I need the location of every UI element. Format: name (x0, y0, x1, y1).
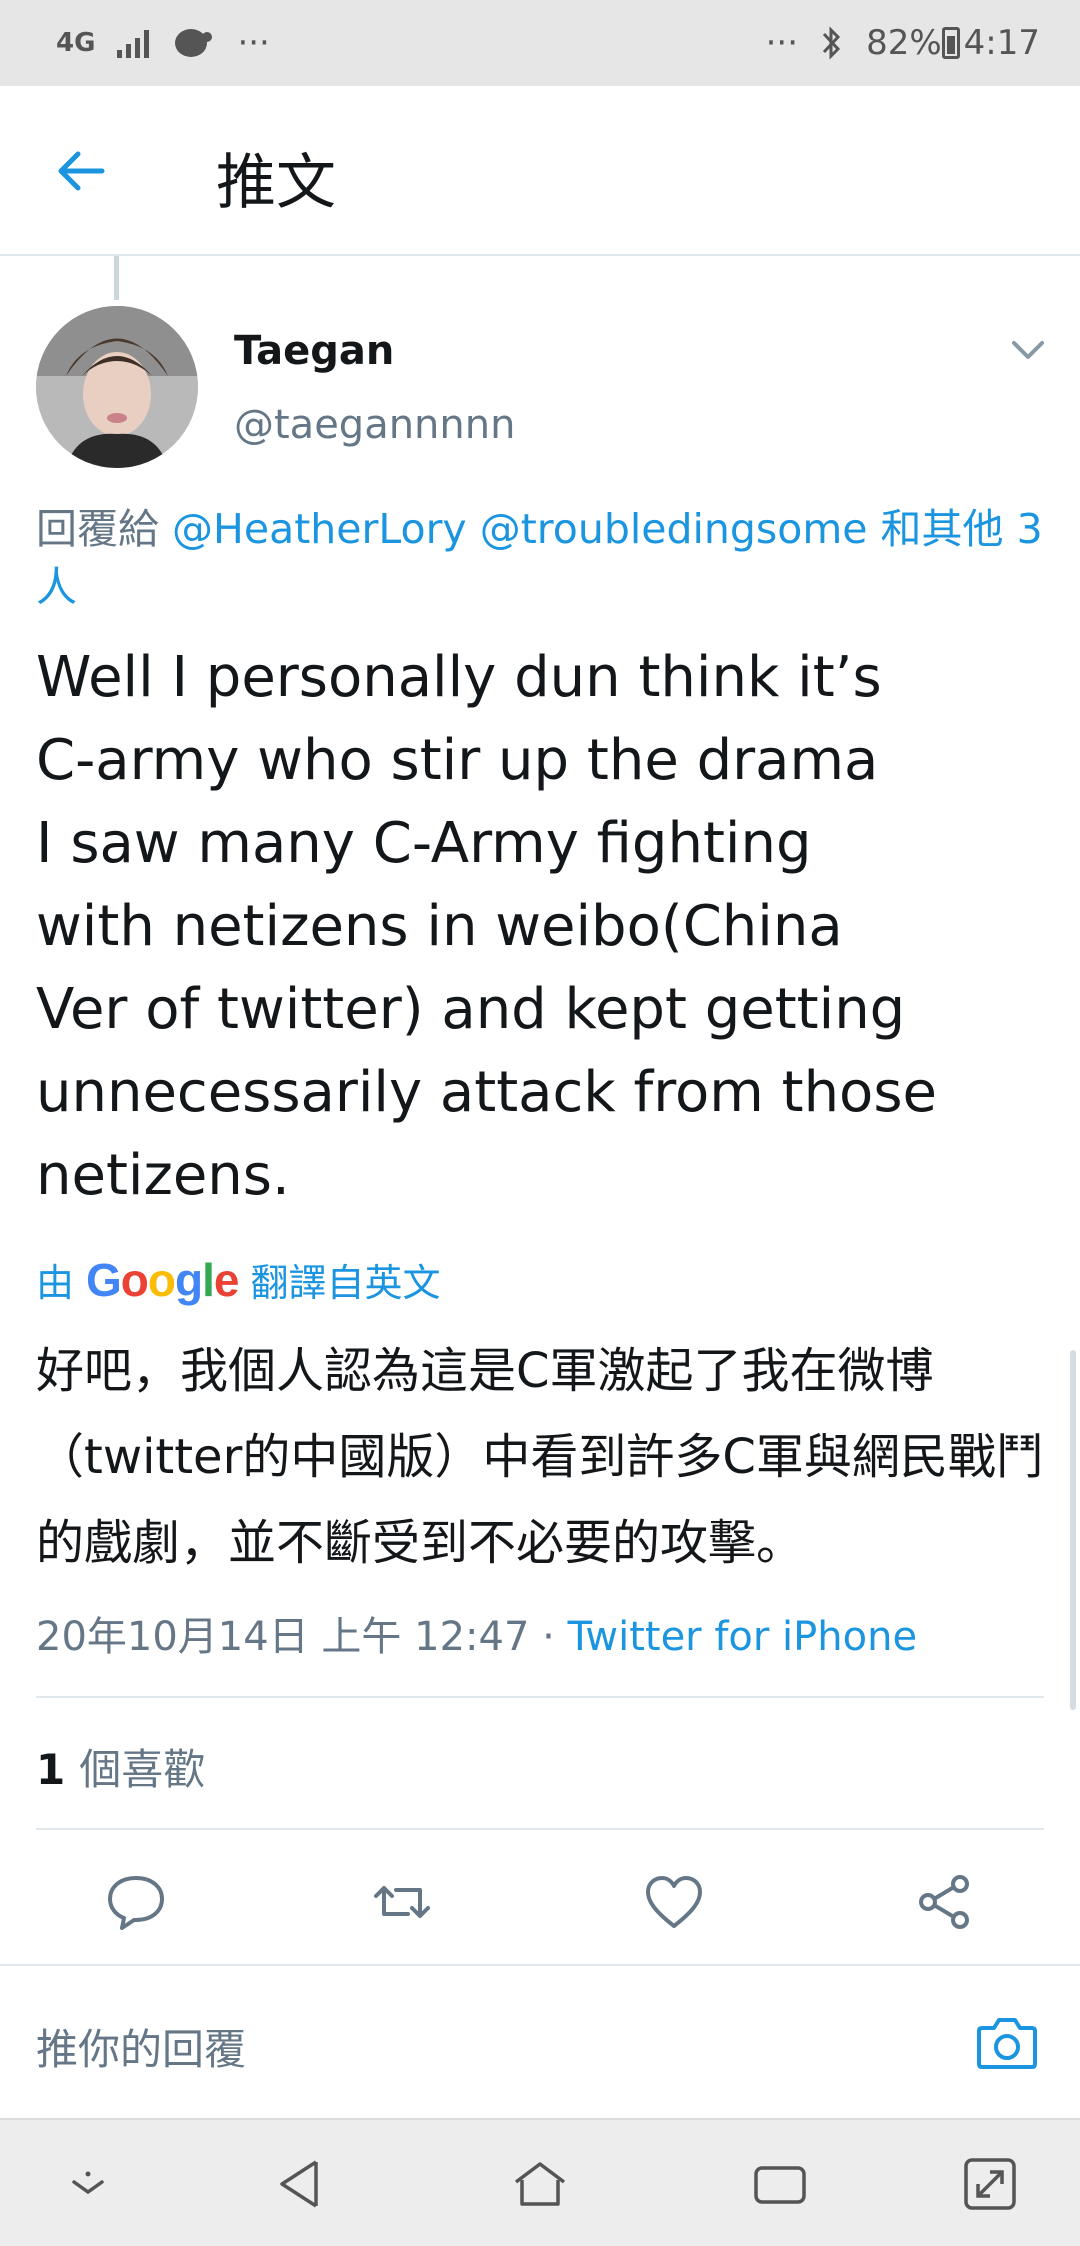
reply-users-link[interactable]: @HeatherLory @troubledingsome 和其他 3 人 (36, 505, 1043, 611)
translated-text: 好吧，我個人認為這是C軍激起了我在微博（twitter的中國版）中看到許多C軍與… (36, 1343, 1044, 1571)
heart-icon[interactable] (642, 1870, 706, 1934)
translate-prefix: 由 (36, 1261, 75, 1305)
nav-recents-icon[interactable] (750, 2154, 810, 2214)
status-more: ··· (237, 23, 270, 63)
status-left: 4G ··· (56, 23, 270, 63)
author-name[interactable]: Taegan (234, 328, 394, 374)
share-icon[interactable] (912, 1870, 976, 1934)
meta-separator: · (529, 1614, 568, 1660)
expand-icon[interactable] (960, 2154, 1020, 2214)
reply-prefix: 回覆給 (36, 505, 159, 553)
avatar[interactable] (36, 306, 198, 468)
camera-icon[interactable] (976, 2014, 1038, 2070)
reply-composer[interactable]: 推你的回覆 (0, 1964, 1080, 2118)
status-bar: 4G ··· ··· 82% 4:17 (0, 0, 1080, 86)
tweet-text: Well I personally dun think it’s C-army … (36, 645, 937, 1208)
timestamp: 20年10月14日 上午 12:47 (36, 1614, 530, 1660)
author-handle[interactable]: @taegannnnn (234, 402, 515, 448)
system-nav-bar (0, 2118, 1080, 2246)
tweet-meta: 20年10月14日 上午 12:47 · Twitter for iPhone (36, 1604, 917, 1662)
chevron-down-small-icon[interactable] (58, 2154, 118, 2214)
reply-input[interactable]: 推你的回覆 (36, 2016, 246, 2077)
bluetooth-icon (822, 26, 841, 60)
battery-icon (941, 27, 960, 59)
app-header: 推文 (0, 86, 1080, 256)
clock: 4:17 (963, 23, 1040, 63)
scrollbar[interactable] (1070, 1350, 1076, 1710)
likes-number: 1 (36, 1745, 66, 1794)
retweet-icon[interactable] (370, 1870, 434, 1934)
thread-line (114, 256, 119, 300)
status-more-right: ··· (765, 23, 799, 63)
divider (36, 1828, 1044, 1830)
comment-icon[interactable] (104, 1870, 168, 1934)
divider (36, 1696, 1044, 1698)
likes-count[interactable]: 1 個喜歡 (36, 1736, 205, 1797)
nav-home-icon[interactable] (510, 2154, 570, 2214)
arrow-left-icon[interactable] (52, 141, 112, 201)
chevron-down-icon[interactable] (1010, 338, 1046, 362)
translate-suffix: 翻譯自英文 (250, 1261, 441, 1305)
nav-back-icon[interactable] (270, 2154, 330, 2214)
reply-to-line: 回覆給 @HeatherLory @troubledingsome 和其他 3 … (36, 500, 1046, 616)
likes-label: 個喜歡 (79, 1745, 206, 1794)
network-type: 4G (56, 28, 96, 58)
translation-attribution[interactable]: 由 Google 翻譯自英文 (36, 1252, 441, 1307)
page-title: 推文 (216, 148, 336, 218)
google-logo: Google (86, 1253, 239, 1306)
battery-percent: 82% (866, 23, 942, 63)
status-right: ··· 82% 4:17 (766, 23, 1040, 63)
app-notification-icon (175, 29, 213, 57)
signal-icon (117, 28, 150, 58)
tweet-source-link[interactable]: Twitter for iPhone (568, 1614, 918, 1660)
